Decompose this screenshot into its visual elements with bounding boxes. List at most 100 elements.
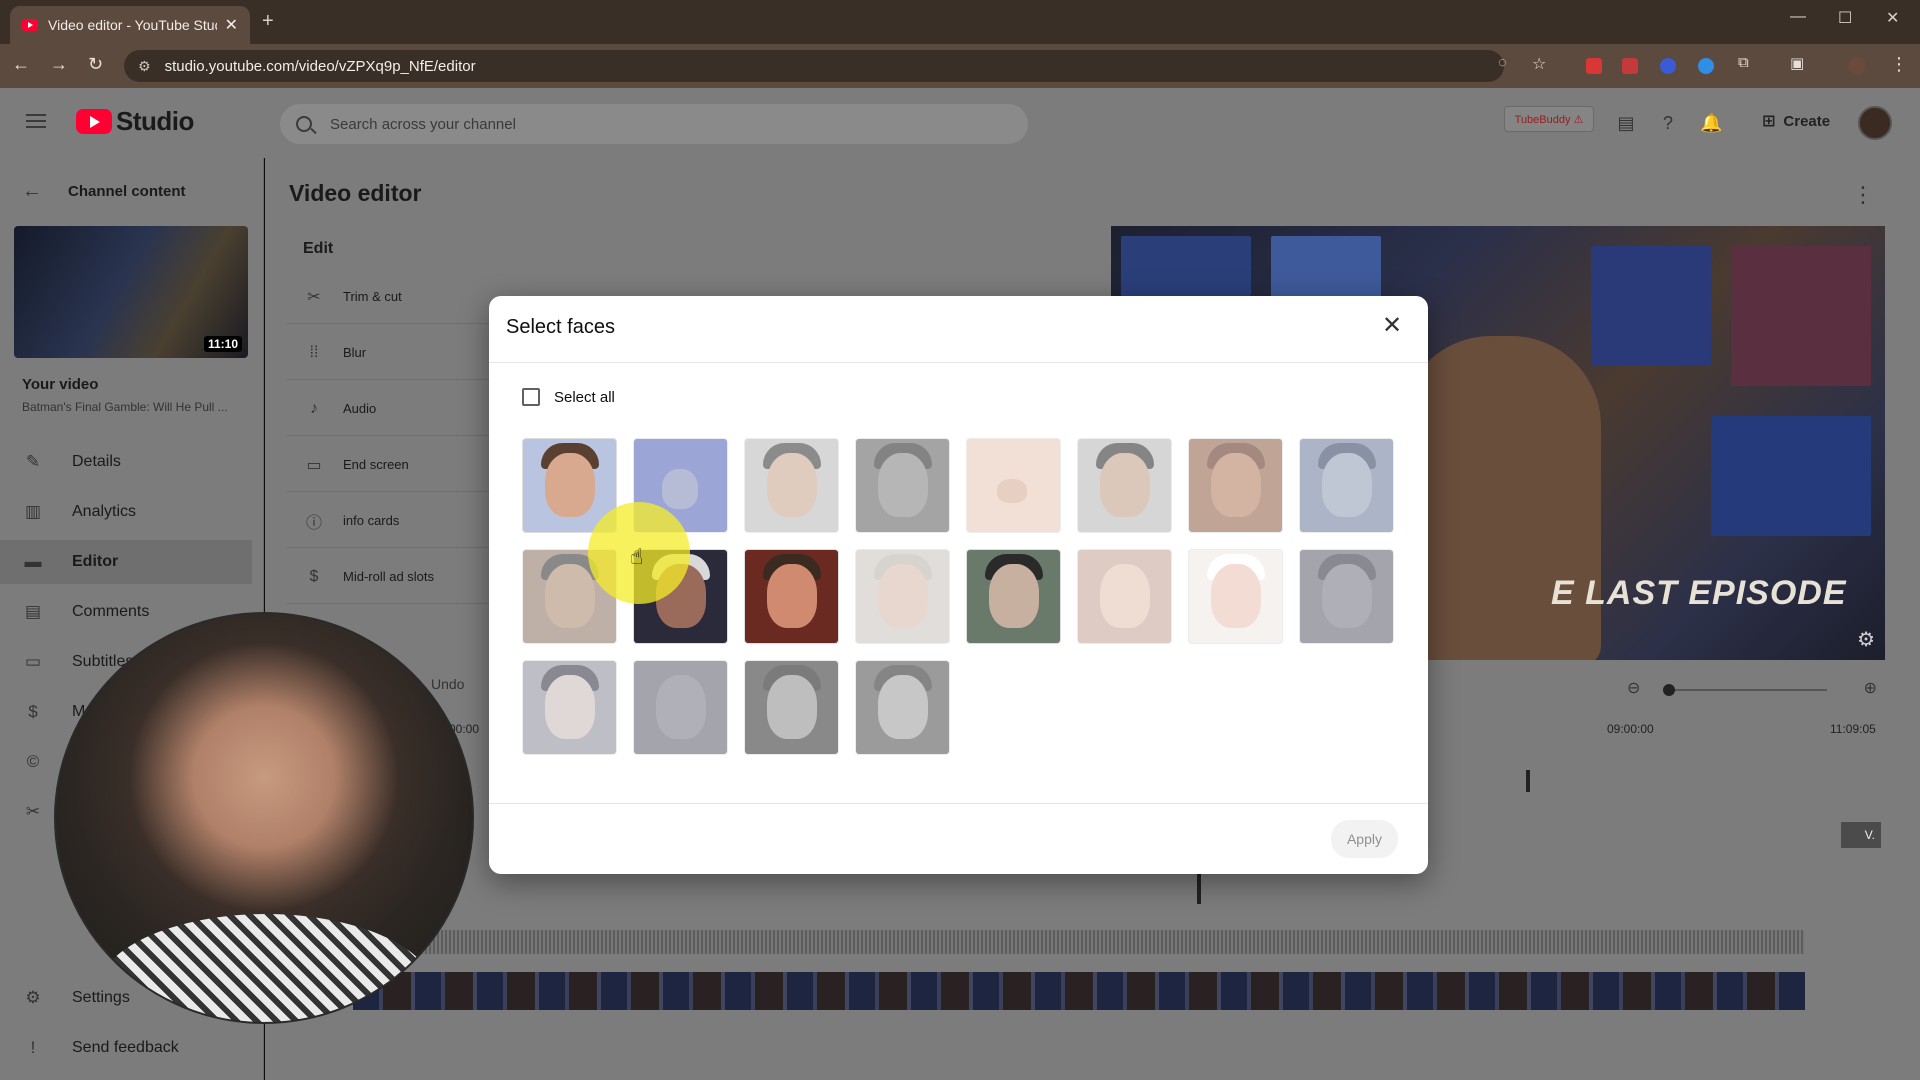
extension-red-icon[interactable]	[1586, 58, 1602, 74]
channel-content-back[interactable]: ← Channel content	[22, 180, 186, 203]
zoom-out-icon[interactable]: ⊖	[1627, 678, 1640, 698]
tubebuddy-button[interactable]: TubeBuddy ⚠	[1504, 106, 1594, 132]
face-thumbnail[interactable]	[855, 660, 950, 755]
sidebar-item-feedback[interactable]: ! Send feedback	[0, 1026, 252, 1070]
face-thumbnail[interactable]	[1077, 549, 1172, 644]
sidebar-item-label: Editor	[72, 553, 119, 570]
search-icon	[296, 116, 312, 132]
sidebar-item-editor[interactable]: ▬ Editor	[0, 540, 252, 584]
face-thumbnail[interactable]	[633, 660, 728, 755]
url-bar[interactable]: ⚙ studio.youtube.com/video/vZPXq9p_NfE/e…	[124, 50, 1504, 82]
playhead-marker[interactable]	[1526, 770, 1530, 792]
video-filmstrip[interactable]	[353, 972, 1805, 1010]
page-title: Video editor	[289, 180, 422, 206]
tool-label: Mid-roll ad slots	[343, 569, 435, 584]
video-thumbnail[interactable]: 11:10	[14, 226, 248, 358]
copyright-icon: ©	[26, 752, 40, 771]
zoom-handle[interactable]	[1663, 684, 1675, 696]
music-note-icon: ♪	[310, 399, 318, 417]
face-thumbnail[interactable]	[744, 660, 839, 755]
face-thumbnail[interactable]	[1299, 438, 1394, 533]
extension-lightblue-icon[interactable]	[1698, 58, 1714, 74]
messages-icon[interactable]: ▤	[1615, 112, 1637, 134]
sidepanel-icon[interactable]: ▣	[1790, 54, 1804, 72]
new-tab-icon[interactable]: +	[262, 10, 274, 33]
extension-tubebuddy-icon[interactable]	[1622, 58, 1638, 74]
timeline-cursor[interactable]	[1197, 874, 1201, 904]
site-info-icon[interactable]: ⚙	[138, 58, 151, 75]
youtube-favicon-icon	[22, 19, 38, 31]
apply-button[interactable]: Apply	[1330, 820, 1398, 858]
feedback-icon: !	[30, 1038, 36, 1057]
video-title: Batman's Final Gamble: Will He Pull ...	[22, 400, 228, 414]
eye-off-icon[interactable]: ◌	[1498, 54, 1507, 71]
dialog-title: Select faces	[506, 316, 615, 338]
bookmark-star-icon[interactable]: ☆	[1532, 54, 1546, 74]
zoom-in-icon[interactable]: ⊕	[1864, 678, 1877, 698]
close-tab-icon[interactable]: ✕	[225, 15, 238, 35]
timecode-end: 11:09:05	[1830, 722, 1876, 736]
browser-menu-icon[interactable]: ⋮	[1890, 54, 1908, 75]
more-options-icon[interactable]: ⋮	[1852, 182, 1874, 208]
subtitles-icon: ▭	[24, 652, 42, 671]
analytics-icon: ▥	[24, 502, 42, 521]
face-thumbnail[interactable]	[966, 549, 1061, 644]
undo-button[interactable]: Undo	[431, 676, 464, 692]
channel-search[interactable]	[280, 104, 1028, 144]
help-icon[interactable]: ?	[1657, 112, 1679, 134]
close-window-icon[interactable]: ✕	[1886, 8, 1899, 28]
track-tag[interactable]: V.	[1841, 822, 1881, 848]
header-divider	[489, 362, 1428, 363]
extensions-puzzle-icon[interactable]: ⧉	[1738, 54, 1749, 71]
back-icon[interactable]: ←	[12, 54, 30, 75]
search-input[interactable]	[330, 115, 930, 133]
face-thumbnail[interactable]	[855, 438, 950, 533]
notifications-icon[interactable]: 🔔	[1700, 112, 1722, 134]
zoom-track[interactable]	[1663, 689, 1827, 691]
end-screen-icon: ▭	[306, 456, 322, 474]
create-button[interactable]: ⊞ Create	[1748, 104, 1844, 138]
profile-avatar-icon[interactable]	[1848, 57, 1866, 75]
timeline-zoom[interactable]: ⊖ ⊕	[1627, 680, 1877, 700]
back-label: Channel content	[68, 183, 186, 200]
face-thumbnail[interactable]	[522, 660, 617, 755]
browser-tab[interactable]: Video editor - YouTube Studio ✕	[10, 6, 250, 44]
select-all-checkbox[interactable]: Select all	[522, 388, 615, 406]
forward-icon[interactable]: →	[50, 54, 68, 75]
maximize-icon[interactable]: ☐	[1838, 8, 1852, 28]
presenter-shirt	[96, 914, 436, 1022]
account-avatar[interactable]	[1858, 106, 1892, 140]
face-thumbnail[interactable]	[1077, 438, 1172, 533]
audio-waveform[interactable]	[353, 930, 1805, 954]
minimize-icon[interactable]: —	[1790, 8, 1806, 26]
youtube-logo-icon[interactable]	[76, 109, 112, 134]
menu-icon[interactable]	[26, 114, 46, 128]
preview-settings-icon[interactable]: ⚙	[1857, 627, 1875, 652]
preview-shelf	[1121, 236, 1251, 296]
hand-cursor-icon: ☝	[630, 544, 644, 569]
face-thumbnail[interactable]	[1299, 549, 1394, 644]
sidebar-item-analytics[interactable]: ▥ Analytics	[0, 490, 252, 534]
preview-shelf	[1731, 246, 1871, 386]
reload-icon[interactable]: ↻	[88, 54, 103, 75]
checkbox-icon[interactable]	[522, 388, 540, 406]
extension-blue-icon[interactable]	[1660, 58, 1676, 74]
face-thumbnail[interactable]	[1188, 438, 1283, 533]
close-icon[interactable]: ✕	[1380, 314, 1404, 338]
studio-brand[interactable]: Studio	[116, 106, 194, 137]
face-thumbnail[interactable]	[744, 549, 839, 644]
face-thumbnail[interactable]	[744, 438, 839, 533]
face-thumbnail[interactable]	[855, 549, 950, 644]
feedback-label: Send feedback	[72, 1039, 179, 1056]
face-thumbnail[interactable]	[1188, 549, 1283, 644]
browser-tab-bar: Video editor - YouTube Studio ✕ + — ☐ ✕	[0, 0, 1920, 44]
face-thumbnail[interactable]	[966, 438, 1061, 533]
sidebar-item-details[interactable]: ✎ Details	[0, 440, 252, 484]
create-plus-icon: ⊞	[1762, 113, 1776, 130]
footer-divider	[489, 803, 1428, 804]
tab-title: Video editor - YouTube Studio	[48, 17, 217, 33]
preview-overlay-text: E LAST EPISODE	[1551, 574, 1847, 612]
arrow-back-icon: ←	[22, 180, 42, 202]
presenter-webcam	[54, 612, 474, 1024]
sidebar-item-label: Analytics	[72, 503, 137, 520]
